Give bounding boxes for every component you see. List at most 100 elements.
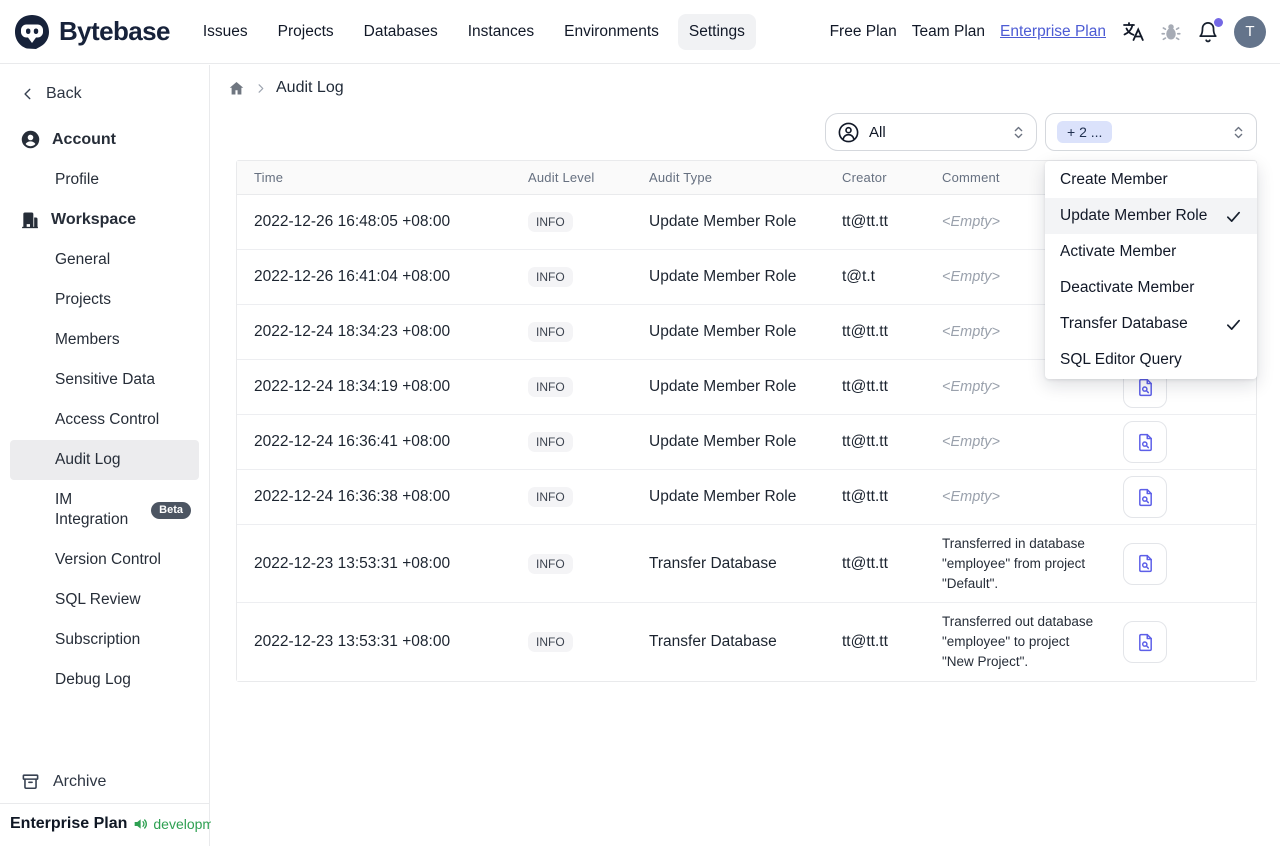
current-plan-label: Enterprise Plan [10,815,128,832]
menu-item-transfer-database[interactable]: Transfer Database [1045,306,1257,342]
user-avatar[interactable]: T [1234,15,1266,48]
nav-instances[interactable]: Instances [457,14,545,50]
archive-icon [21,772,40,791]
table-row: 2022-12-23 13:53:31 +08:00 INFO Transfer… [237,603,1256,681]
row-creator: tt@tt.tt [842,378,888,395]
workspace-title: Workspace [51,211,137,228]
sidebar-item-label: General [55,251,111,268]
creator-filter-select[interactable]: All [825,113,1037,151]
chevron-updown-icon [1012,125,1025,140]
sidebar-footer: Enterprise Plan development [0,803,234,846]
back-button[interactable]: Back [0,81,209,119]
audit-type-dropdown-menu: Create Member Update Member Role Activat… [1045,161,1257,379]
row-time: 2022-12-24 18:34:23 +08:00 [254,323,451,340]
sidebar-item-audit-log[interactable]: Audit Log [10,440,199,480]
sidebar-item-label: IM Integration [55,491,129,528]
view-detail-button[interactable] [1123,421,1167,463]
breadcrumb: Audit Log [211,65,1280,98]
menu-item-update-member-role[interactable]: Update Member Role [1045,198,1257,234]
menu-item-create-member[interactable]: Create Member [1045,162,1257,198]
nav-projects[interactable]: Projects [267,14,345,50]
check-icon [1225,208,1242,225]
audit-level-badge: INFO [528,632,573,652]
nav-databases[interactable]: Databases [353,14,449,50]
col-header-time: Time [254,170,284,185]
table-row: 2022-12-23 13:53:31 +08:00 INFO Transfer… [237,525,1256,603]
table-row: 2022-12-24 16:36:38 +08:00 INFO Update M… [237,470,1256,525]
row-time: 2022-12-23 13:53:31 +08:00 [254,633,451,650]
archive-label: Archive [53,772,107,790]
view-detail-button[interactable] [1123,542,1167,585]
sidebar-item-projects[interactable]: Projects [10,280,199,320]
sidebar-item-archive[interactable]: Archive [0,762,209,803]
audit-level-badge: INFO [528,432,573,452]
creator-filter-value: All [869,123,886,141]
bytebase-logo-icon [14,14,50,50]
sidebar-section-workspace: Workspace [0,200,209,240]
nav-issues[interactable]: Issues [192,14,259,50]
home-icon[interactable] [228,80,245,97]
row-audit-type: Update Member Role [649,378,797,395]
chevron-updown-icon [1232,125,1245,140]
row-time: 2022-12-26 16:41:04 +08:00 [254,268,451,285]
audit-type-filter-select[interactable]: + 2 ... [1045,113,1257,151]
sidebar-item-general[interactable]: General [10,240,199,280]
sidebar-item-label: Debug Log [55,671,131,688]
sidebar-item-label: Version Control [55,551,161,568]
sidebar-item-label: Members [55,331,120,348]
row-comment: Transferred in database "employee" from … [942,535,1086,591]
sidebar-item-members[interactable]: Members [10,320,199,360]
bytebase-logo[interactable]: Bytebase [14,14,170,50]
col-header-audit-type: Audit Type [649,170,713,185]
bug-report-icon[interactable] [1160,21,1182,43]
sidebar-item-profile[interactable]: Profile [10,160,199,200]
menu-item-deactivate-member[interactable]: Deactivate Member [1045,270,1257,306]
translate-icon[interactable] [1121,20,1145,44]
row-comment: <Empty> [942,269,1001,285]
menu-item-label: Activate Member [1060,243,1177,260]
nav-settings[interactable]: Settings [677,13,756,50]
menu-item-label: Transfer Database [1060,315,1188,332]
col-header-audit-level: Audit Level [528,170,595,185]
sidebar-item-version-control[interactable]: Version Control [10,540,199,580]
sidebar-item-sql-review[interactable]: SQL Review [10,580,199,620]
notification-bell-icon[interactable] [1197,17,1223,43]
view-detail-button[interactable] [1123,476,1167,518]
breadcrumb-current[interactable]: Audit Log [276,79,344,97]
back-label: Back [46,85,82,102]
row-comment: <Empty> [942,434,1001,450]
sidebar-item-label: Profile [55,171,99,188]
row-comment: <Empty> [942,489,1001,505]
sidebar-section-account: Account [0,119,209,160]
sidebar-item-label: Sensitive Data [55,371,155,388]
menu-item-sql-editor-query[interactable]: SQL Editor Query [1045,342,1257,378]
sidebar-item-sensitive-data[interactable]: Sensitive Data [10,360,199,400]
row-time: 2022-12-24 16:36:38 +08:00 [254,488,451,505]
enterprise-plan-link[interactable]: Enterprise Plan [1000,23,1106,41]
row-audit-type: Update Member Role [649,268,797,285]
workspace-icon [20,210,40,230]
check-icon [1225,316,1242,333]
sidebar-item-subscription[interactable]: Subscription [10,620,199,660]
row-audit-type: Update Member Role [649,488,797,505]
notification-dot [1214,17,1223,27]
team-plan-link[interactable]: Team Plan [912,23,985,41]
row-audit-type: Update Member Role [649,323,797,340]
row-time: 2022-12-26 16:48:05 +08:00 [254,213,451,230]
row-audit-type: Transfer Database [649,554,777,572]
free-plan-link[interactable]: Free Plan [830,23,897,41]
audit-level-badge: INFO [528,487,573,507]
nav-environments[interactable]: Environments [553,14,670,50]
sidebar-item-debug-log[interactable]: Debug Log [10,660,199,700]
settings-sidebar: Back Account Profile Workspace General P… [0,65,234,846]
view-detail-button[interactable] [1123,621,1167,663]
sidebar-item-access-control[interactable]: Access Control [10,400,199,440]
menu-item-activate-member[interactable]: Activate Member [1045,234,1257,270]
audit-level-badge: INFO [528,212,573,232]
sidebar-item-im-integration[interactable]: IM Integration Beta [10,480,199,540]
account-title: Account [52,130,116,148]
sidebar-item-label: Access Control [55,411,160,428]
row-time: 2022-12-24 18:34:19 +08:00 [254,378,451,395]
beta-badge: Beta [151,501,191,519]
row-comment: <Empty> [942,214,1001,230]
